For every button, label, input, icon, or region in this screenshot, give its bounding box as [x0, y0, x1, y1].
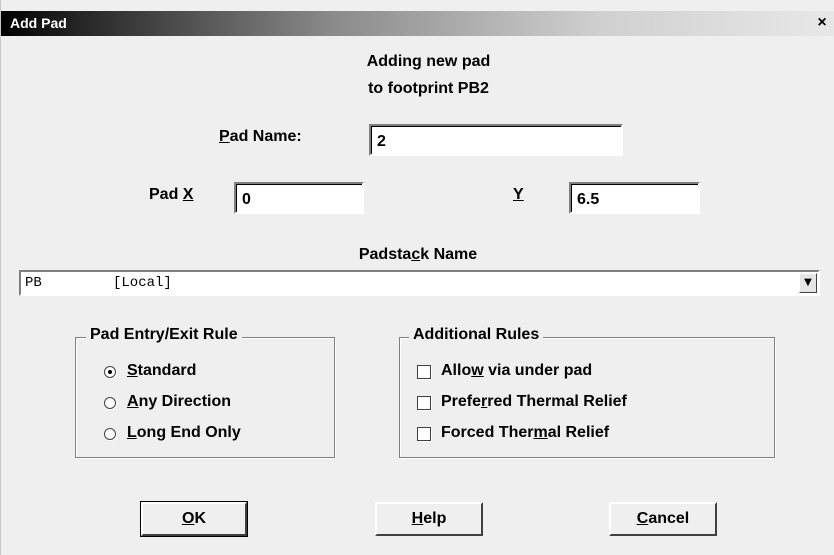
- pad-name-label-text: ad Name:: [229, 128, 302, 145]
- standard-label-text: tandard: [137, 362, 197, 379]
- pad-name-label: Pad Name:: [219, 128, 302, 146]
- message-line-2: to footprint PB2: [368, 80, 489, 97]
- chevron-down-icon[interactable]: ▼: [799, 273, 817, 293]
- radio-any-direction[interactable]: [104, 397, 116, 409]
- padstack-selected-name: PB: [25, 275, 42, 291]
- allow-via-post: via under pad: [483, 362, 593, 379]
- standard-mnemonic: S: [127, 362, 138, 379]
- option-any-direction-label[interactable]: Any Direction: [127, 393, 231, 411]
- preferred-thermal-label[interactable]: Preferred Thermal Relief: [441, 393, 627, 411]
- pad-y-label: Y: [513, 186, 524, 204]
- padstack-name-label: Padstack Name: [301, 246, 535, 264]
- pad-y-mnemonic: Y: [513, 186, 524, 203]
- cancel-mnemonic: C: [636, 510, 649, 527]
- cancel-label-text: ancel: [648, 510, 690, 527]
- help-label-text: elp: [423, 510, 447, 527]
- forced-thermal-label[interactable]: Forced Thermal Relief: [441, 424, 609, 442]
- message-line-1: Adding new pad: [366, 53, 491, 70]
- any-direction-label-text: ny Direction: [138, 393, 232, 410]
- allow-via-mnemonic: w: [471, 362, 484, 379]
- forced-thermal-post: al Relief: [547, 424, 610, 441]
- checkbox-allow-via[interactable]: [417, 365, 431, 379]
- long-end-only-mnemonic: L: [127, 424, 137, 441]
- additional-rules-title: Additional Rules: [409, 326, 544, 344]
- pad-x-field[interactable]: 0: [234, 182, 364, 214]
- padstack-label-pre: Padsta: [358, 246, 412, 263]
- title-bar[interactable]: Add Pad ×: [1, 11, 834, 36]
- entry-rule-title: Pad Entry/Exit Rule: [86, 326, 242, 344]
- pad-name-field[interactable]: 2: [369, 124, 623, 156]
- option-long-end-only-label[interactable]: Long End Only: [127, 424, 241, 442]
- ok-button[interactable]: OK: [140, 501, 248, 537]
- pad-x-label: Pad X: [149, 186, 193, 204]
- preferred-thermal-post: red Thermal Relief: [487, 393, 627, 410]
- allow-via-label[interactable]: Allow via under pad: [441, 362, 592, 380]
- padstack-mnemonic: c: [411, 246, 421, 263]
- ok-label-text: K: [194, 510, 206, 527]
- checkbox-forced-thermal[interactable]: [417, 427, 431, 441]
- padstack-selected-scope: [Local]: [113, 275, 172, 291]
- padstack-dropdown[interactable]: PB [Local] ▼: [19, 270, 820, 296]
- help-mnemonic: H: [411, 510, 424, 527]
- radio-long-end-only[interactable]: [104, 428, 116, 440]
- pad-x-label-text: Pad: [149, 186, 183, 203]
- long-end-only-label-text: ong End Only: [136, 424, 241, 441]
- allow-via-pre: Allo: [441, 362, 472, 379]
- padstack-label-post: k Name: [420, 246, 478, 263]
- add-pad-dialog: Add Pad × Adding new pad to footprint PB…: [0, 0, 834, 555]
- pad-x-mnemonic: X: [182, 186, 194, 203]
- dialog-title: Add Pad: [10, 15, 67, 31]
- forced-thermal-mnemonic: m: [533, 424, 548, 441]
- preferred-thermal-pre: Prefe: [441, 393, 482, 410]
- forced-thermal-pre: Forced Ther: [441, 424, 534, 441]
- help-button[interactable]: Help: [375, 502, 483, 536]
- checkbox-preferred-thermal[interactable]: [417, 396, 431, 410]
- pad-name-mnemonic: P: [219, 128, 230, 145]
- cancel-button[interactable]: Cancel: [609, 502, 717, 536]
- radio-standard[interactable]: [104, 366, 116, 378]
- option-standard-label[interactable]: Standard: [127, 362, 196, 380]
- pad-y-field[interactable]: 6.5: [569, 182, 700, 214]
- any-direction-mnemonic: A: [127, 393, 139, 410]
- close-icon[interactable]: ×: [811, 13, 833, 33]
- ok-mnemonic: O: [181, 510, 195, 527]
